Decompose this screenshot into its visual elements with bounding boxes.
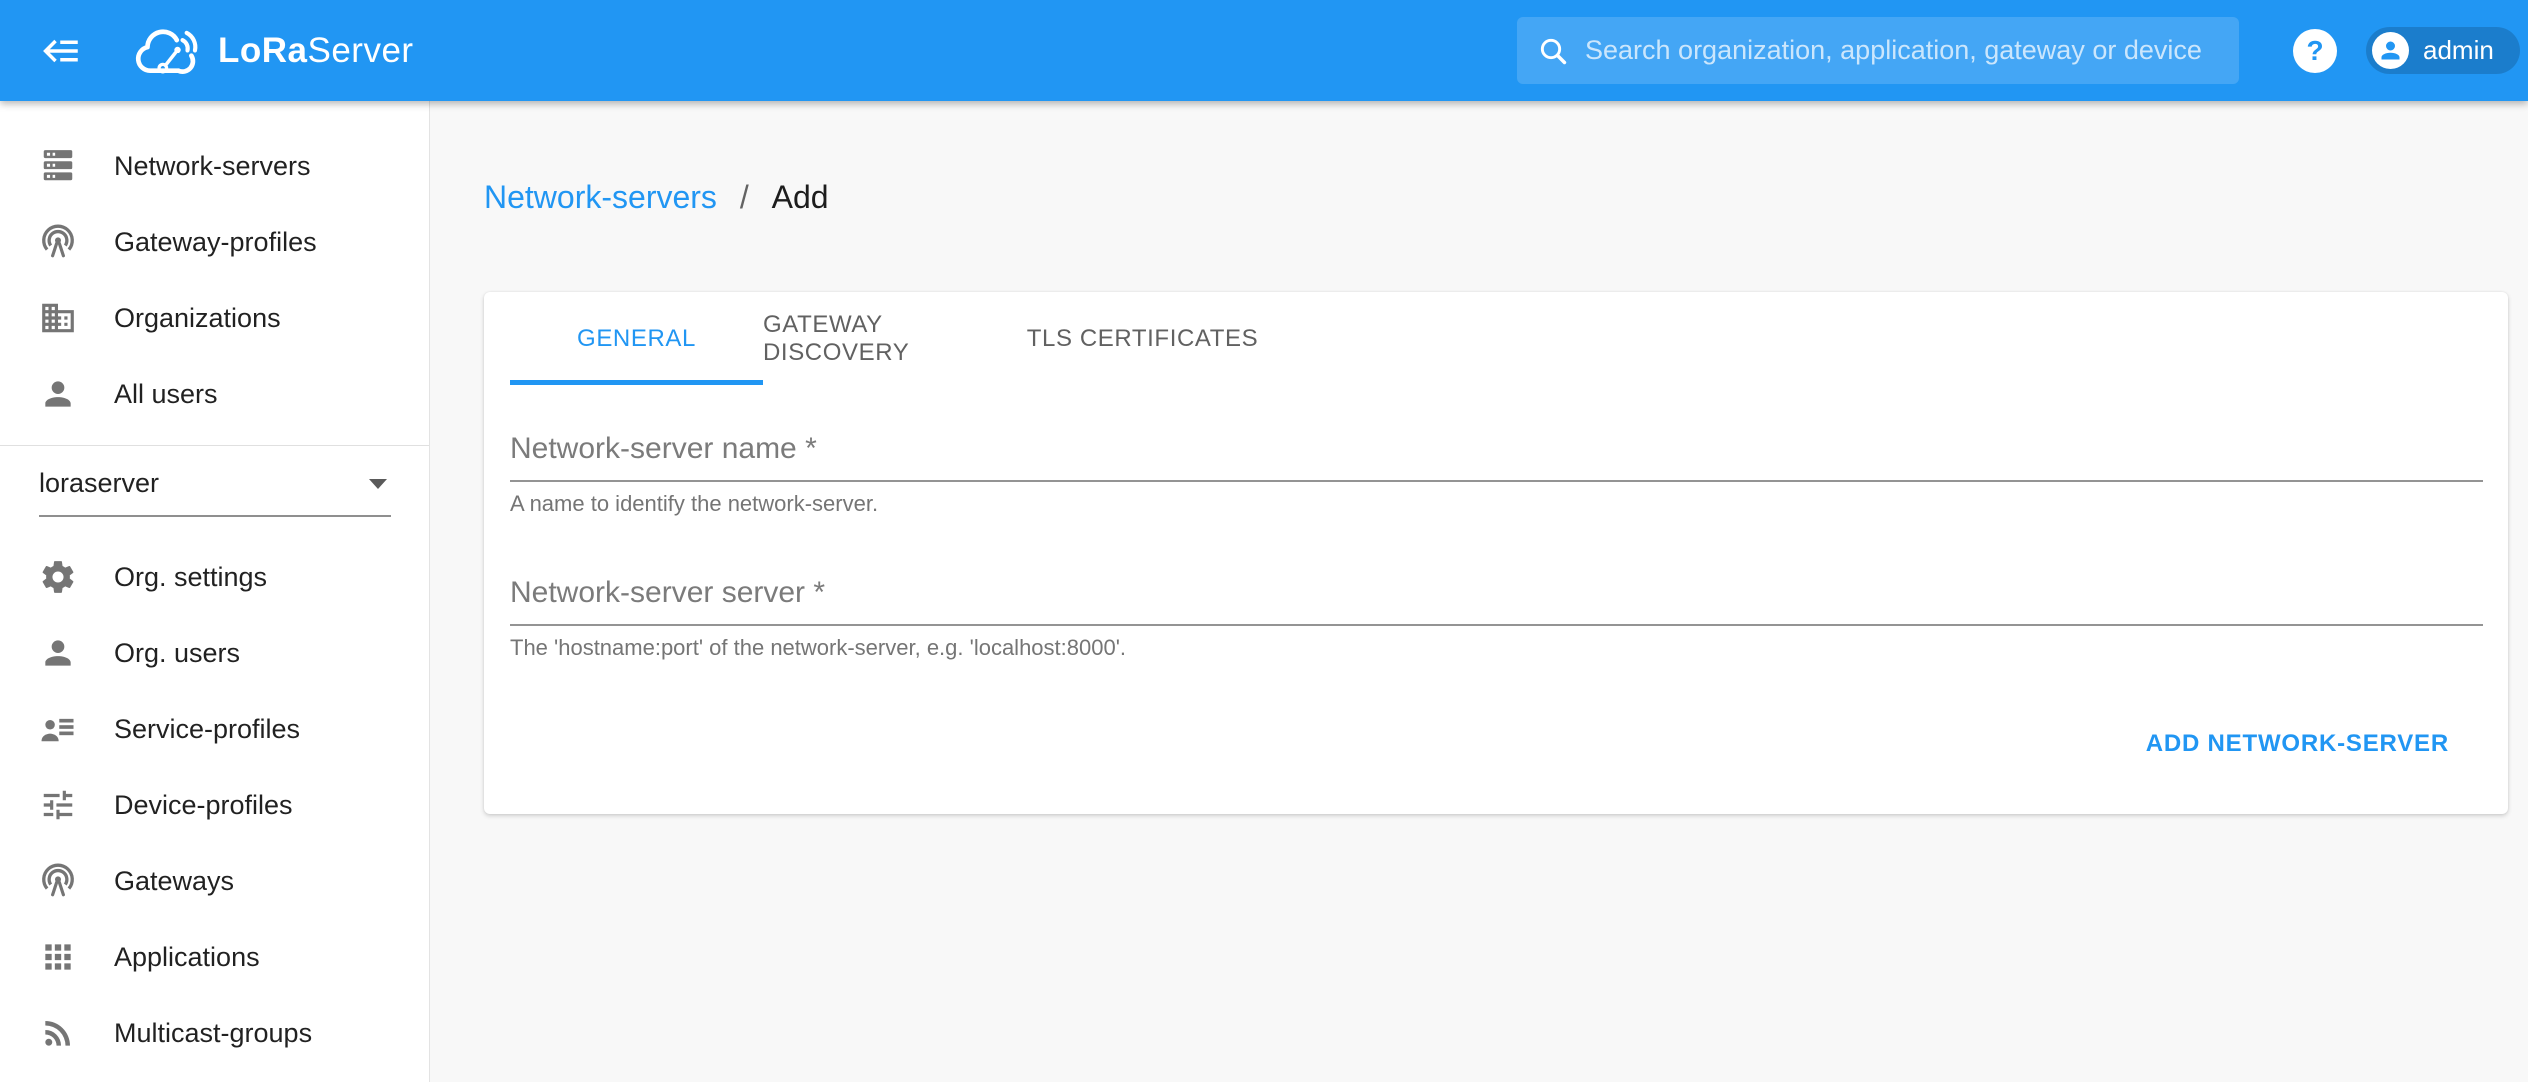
tab-label: GATEWAY DISCOVERY <box>763 310 910 366</box>
tab-tls-certificates[interactable]: TLS CERTIFICATES <box>1016 292 1269 385</box>
apps-grid-icon <box>45 944 71 970</box>
sidebar-item-organizations[interactable]: Organizations <box>0 280 429 356</box>
add-network-server-button[interactable]: ADD NETWORK-SERVER <box>2126 716 2469 772</box>
sidebar-item-device-profiles[interactable]: Device-profiles <box>0 767 429 843</box>
tab-general[interactable]: GENERAL <box>510 292 763 385</box>
tab-label: TLS CERTIFICATES <box>1026 324 1259 352</box>
user-name: admin <box>2423 35 2494 65</box>
sidebar-item-gateway-profiles[interactable]: Gateway-profiles <box>0 204 429 280</box>
helper-text: A name to identify the network-server. <box>510 491 879 516</box>
sidebar-item-label: Gateway-profiles <box>114 226 317 257</box>
loraserver-cloud-icon <box>135 28 198 74</box>
person-icon <box>45 640 71 666</box>
access-point-icon <box>42 224 74 258</box>
avatar <box>2372 32 2409 69</box>
network-server-form: A name to identify the network-server. T… <box>484 432 2508 772</box>
breadcrumb-link-network-servers[interactable]: Network-servers <box>484 179 717 215</box>
breadcrumb: Network-servers / Add <box>484 177 829 217</box>
tab-label: GENERAL <box>577 324 696 352</box>
sidebar-item-label: Organizations <box>114 302 281 333</box>
search-input[interactable] <box>1585 35 2219 66</box>
back-burger-icon <box>43 39 78 62</box>
sidebar-item-label: Network-servers <box>114 150 311 181</box>
app-title: LoRaServer <box>218 30 414 70</box>
sidebar-item-service-profiles[interactable]: Service-profiles <box>0 691 429 767</box>
main-content: Network-servers / Add GENERAL GATEWAY DI… <box>430 101 2528 1082</box>
sidebar-item-network-servers[interactable]: Network-servers <box>0 128 429 204</box>
organization-nav-group: Org. settings Org. users Service-profile… <box>0 539 429 1071</box>
gear-icon <box>42 561 74 593</box>
sidebar-item-org-users[interactable]: Org. users <box>0 615 429 691</box>
server-icon <box>43 150 73 181</box>
sidebar-item-org-settings[interactable]: Org. settings <box>0 539 429 615</box>
sidebar-item-label: Device-profiles <box>114 789 293 820</box>
sidebar-item-multicast-groups[interactable]: Multicast-groups <box>0 995 429 1071</box>
network-server-server-input[interactable] <box>510 576 2483 626</box>
sidebar-item-label: Multicast-groups <box>114 1017 313 1048</box>
add-network-server-card: GENERAL GATEWAY DISCOVERY TLS CERTIFICAT… <box>484 292 2508 814</box>
sidebar: Network-servers Gateway-profiles Organiz… <box>0 101 430 1082</box>
sidebar-item-all-users[interactable]: All users <box>0 356 429 432</box>
user-menu-button[interactable]: admin <box>2366 27 2520 74</box>
account-details-icon <box>41 718 74 742</box>
help-button[interactable]: ? <box>2293 29 2337 73</box>
page-title: Add <box>771 179 829 215</box>
sidebar-divider <box>0 445 429 446</box>
global-nav-group: Network-servers Gateway-profiles Organiz… <box>0 101 429 432</box>
sidebar-item-label: Applications <box>114 941 260 972</box>
sidebar-item-gateways[interactable]: Gateways <box>0 843 429 919</box>
chevron-down-icon <box>369 478 387 489</box>
network-server-server-field: The 'hostname:port' of the network-serve… <box>510 576 2483 661</box>
sidebar-item-label: Org. users <box>114 637 241 668</box>
sidebar-toggle-button[interactable] <box>36 25 88 77</box>
breadcrumb-separator: / <box>739 179 749 215</box>
organization-selector[interactable]: loraserver <box>39 468 391 517</box>
tab-bar: GENERAL GATEWAY DISCOVERY TLS CERTIFICAT… <box>484 292 2508 385</box>
sidebar-item-label: All users <box>114 378 218 409</box>
person-icon <box>2381 41 2400 60</box>
sidebar-item-label: Org. settings <box>114 561 268 592</box>
app-bar: LoRaServer ? admin <box>0 0 2528 101</box>
network-server-name-input[interactable] <box>510 432 2483 482</box>
logo: LoRaServer <box>128 23 414 79</box>
helper-text: The 'hostname:port' of the network-serve… <box>510 635 1127 660</box>
help-icon: ? <box>2306 35 2324 66</box>
rss-icon <box>45 1021 70 1046</box>
sidebar-item-applications[interactable]: Applications <box>0 919 429 995</box>
organization-selector-value: loraserver <box>39 468 160 498</box>
access-point-icon <box>42 863 74 897</box>
tune-icon <box>43 790 73 820</box>
sidebar-item-label: Gateways <box>114 865 235 896</box>
tab-gateway-discovery[interactable]: GATEWAY DISCOVERY <box>763 292 1016 385</box>
person-icon <box>45 381 71 407</box>
network-server-name-field: A name to identify the network-server. <box>510 432 2483 517</box>
sidebar-item-label: Service-profiles <box>114 713 301 744</box>
global-search[interactable] <box>1517 17 2239 84</box>
search-icon <box>1540 38 1567 64</box>
form-actions: ADD NETWORK-SERVER <box>510 716 2483 772</box>
building-icon <box>42 303 74 333</box>
